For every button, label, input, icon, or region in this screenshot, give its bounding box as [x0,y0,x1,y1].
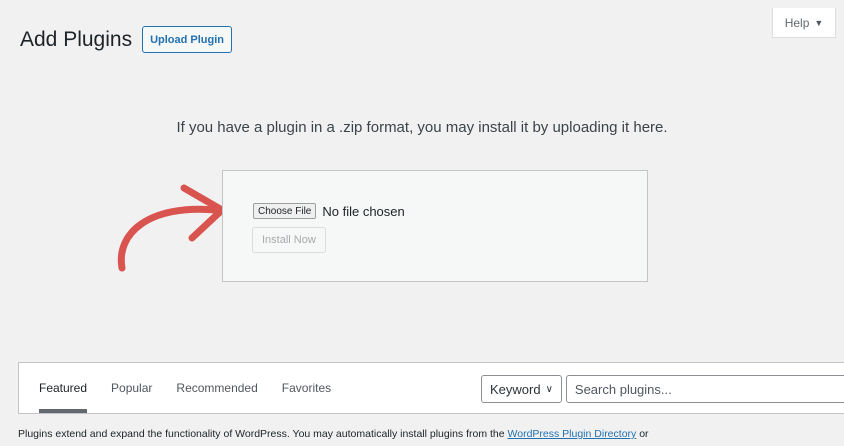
file-picker: Choose File No file chosen [253,203,405,219]
tab-favorites[interactable]: Favorites [282,363,331,413]
description-text: Plugins extend and expand the functional… [18,428,508,440]
chevron-down-icon: ∨ [545,383,553,395]
help-tab[interactable]: Help ▼ [772,8,836,38]
curved-arrow-icon [117,184,226,272]
install-now-button[interactable]: Install Now [252,227,326,253]
plugins-description: Plugins extend and expand the functional… [18,428,649,440]
upload-instructions: If you have a plugin in a .zip format, y… [176,119,668,136]
search-type-value: Keyword [490,381,541,397]
title-row: Add Plugins Upload Plugin [20,26,233,53]
choose-file-button[interactable]: Choose File [253,203,317,219]
caret-down-icon: ▼ [814,17,824,28]
plugin-filter-bar: Featured Popular Recommended Favorites K… [18,362,844,414]
file-status: No file chosen [322,203,405,219]
search-type-select[interactable]: Keyword ∨ [481,375,562,403]
tab-recommended[interactable]: Recommended [176,363,257,413]
plugin-directory-link[interactable]: WordPress Plugin Directory [508,428,637,440]
filter-tabs: Featured Popular Recommended Favorites [39,363,331,413]
tab-popular[interactable]: Popular [111,363,152,413]
description-text-end: or [636,428,649,440]
search-plugins-input[interactable] [565,375,844,403]
upload-form: Choose File No file chosen Install Now [222,170,648,282]
plugin-admin-page: Help ▼ Add Plugins Upload Plugin If you … [0,0,844,446]
help-tab-label: Help [784,15,810,30]
upload-plugin-button[interactable]: Upload Plugin [142,26,233,53]
search-area: Keyword ∨ [481,375,844,403]
page-title: Add Plugins [20,27,133,51]
tab-featured[interactable]: Featured [39,363,88,413]
